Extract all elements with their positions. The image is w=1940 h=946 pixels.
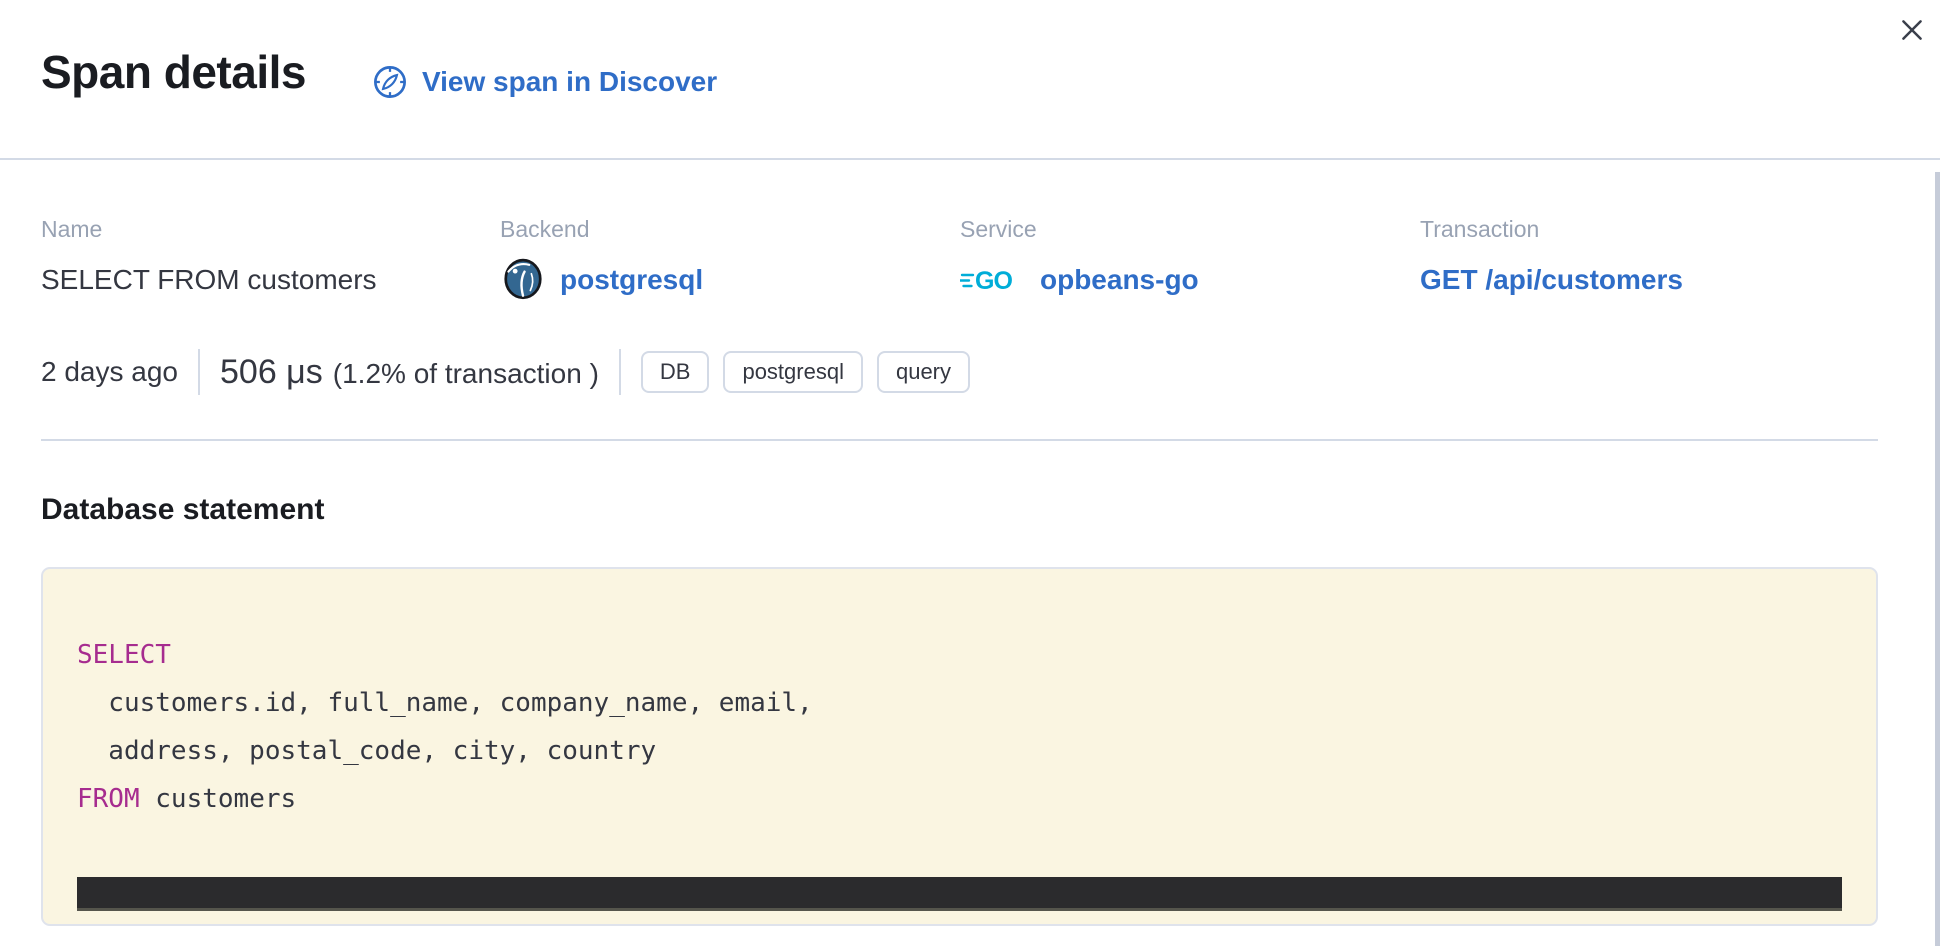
metadata-field-name: Name SELECT FROM customers <box>41 216 500 303</box>
span-duration: 506 μs <box>220 353 323 392</box>
vertical-scrollbar[interactable] <box>1935 172 1940 946</box>
span-metadata-grid: Name SELECT FROM customers Backend <box>41 216 1878 303</box>
metadata-field-backend: Backend postgresql <box>500 216 960 303</box>
sql-text: address, postal_code, city, country <box>77 736 656 766</box>
sql-keyword: SELECT <box>77 640 171 670</box>
sql-keyword: FROM <box>77 784 140 814</box>
sql-text: customers.id, full_name, company_name, e… <box>77 688 813 718</box>
view-span-in-discover-label: View span in Discover <box>422 66 717 98</box>
go-gopher-logo-icon: GO <box>960 264 1026 296</box>
transaction-link[interactable]: GET /api/customers <box>1420 264 1683 296</box>
backend-link[interactable]: postgresql <box>500 257 703 303</box>
discover-compass-icon <box>372 64 408 100</box>
summary-divider <box>619 349 621 395</box>
summary-divider <box>198 349 200 395</box>
span-timestamp: 2 days ago <box>41 356 178 388</box>
metadata-field-transaction: Transaction GET /api/customers <box>1420 216 1878 303</box>
service-link-label: opbeans-go <box>1040 264 1199 296</box>
span-type-badges: DB postgresql query <box>641 351 970 393</box>
redacted-content-bar <box>77 877 1842 911</box>
postgresql-elephant-logo-icon <box>500 257 546 303</box>
badge-query: query <box>877 351 970 393</box>
sql-text: customers <box>140 784 297 814</box>
close-flyout-button[interactable] <box>1890 8 1934 52</box>
section-divider <box>41 439 1878 441</box>
service-label: Service <box>960 216 1420 243</box>
flyout-header: Span details View span in Discover <box>0 0 1940 160</box>
badge-postgresql: postgresql <box>723 351 863 393</box>
span-duration-group: 506 μs (1.2% of transaction ) <box>220 353 599 392</box>
span-details-flyout: Span details View span in Discover <box>0 0 1940 946</box>
sql-code: SELECT customers.id, full_name, company_… <box>77 631 1842 823</box>
metadata-field-service: Service GO opbeans-go <box>960 216 1420 303</box>
close-icon <box>1897 15 1927 45</box>
badge-db: DB <box>641 351 710 393</box>
name-value: SELECT FROM customers <box>41 257 500 303</box>
page-title: Span details <box>41 45 306 99</box>
flyout-body: Name SELECT FROM customers Backend <box>0 160 1940 926</box>
backend-label: Backend <box>500 216 960 243</box>
transaction-label: Transaction <box>1420 216 1878 243</box>
svg-text:GO: GO <box>975 267 1012 295</box>
span-duration-percent: (1.2% of transaction ) <box>333 358 599 390</box>
name-label: Name <box>41 216 500 243</box>
database-statement-heading: Database statement <box>41 493 1878 527</box>
span-summary-row: 2 days ago 506 μs (1.2% of transaction )… <box>41 349 1878 395</box>
database-statement-code-block: SELECT customers.id, full_name, company_… <box>41 567 1878 926</box>
view-span-in-discover-link[interactable]: View span in Discover <box>372 64 717 100</box>
backend-link-label: postgresql <box>560 264 703 296</box>
service-link[interactable]: GO opbeans-go <box>960 264 1199 296</box>
